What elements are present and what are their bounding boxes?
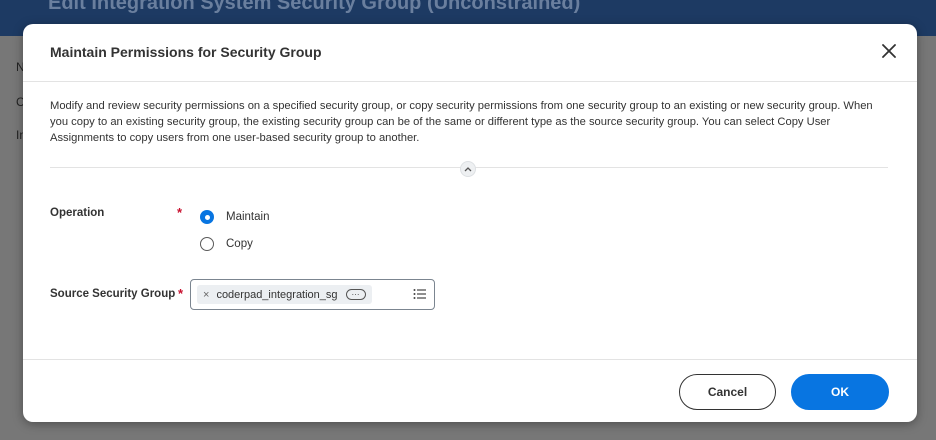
list-icon[interactable] [413,288,427,300]
related-actions-icon[interactable]: ··· [345,289,366,300]
maintain-permissions-dialog: Maintain Permissions for Security Group … [23,24,917,422]
source-group-required-marker: * [178,286,184,301]
chevron-up-icon [464,167,472,172]
background-page-title: Edit Integration System Security Group (… [48,0,581,14]
close-icon [882,44,896,58]
operation-option-copy[interactable]: Copy [200,237,253,251]
ok-button[interactable]: OK [791,374,889,410]
copy-radio-label: Copy [226,238,253,250]
source-security-group-input[interactable]: × coderpad_integration_sg ··· [190,279,435,310]
maintain-radio-label: Maintain [226,211,270,223]
operation-required-marker: * [177,205,183,220]
footer-divider [23,359,917,360]
cancel-button[interactable]: Cancel [679,374,776,410]
collapse-description-button[interactable] [460,161,476,177]
operation-label: Operation [50,207,105,219]
copy-radio[interactable] [200,237,214,251]
source-security-group-label: Source Security Group [50,288,176,300]
selected-item-pill: × coderpad_integration_sg ··· [197,285,372,304]
header-divider [23,81,917,82]
operation-option-maintain[interactable]: Maintain [200,210,269,224]
remove-item-icon[interactable]: × [203,289,209,301]
maintain-radio[interactable] [200,210,214,224]
dialog-title: Maintain Permissions for Security Group [50,44,322,60]
selected-item-value: coderpad_integration_sg [216,288,338,301]
close-button[interactable] [879,41,899,61]
dialog-description: Modify and review security permissions o… [50,100,873,144]
